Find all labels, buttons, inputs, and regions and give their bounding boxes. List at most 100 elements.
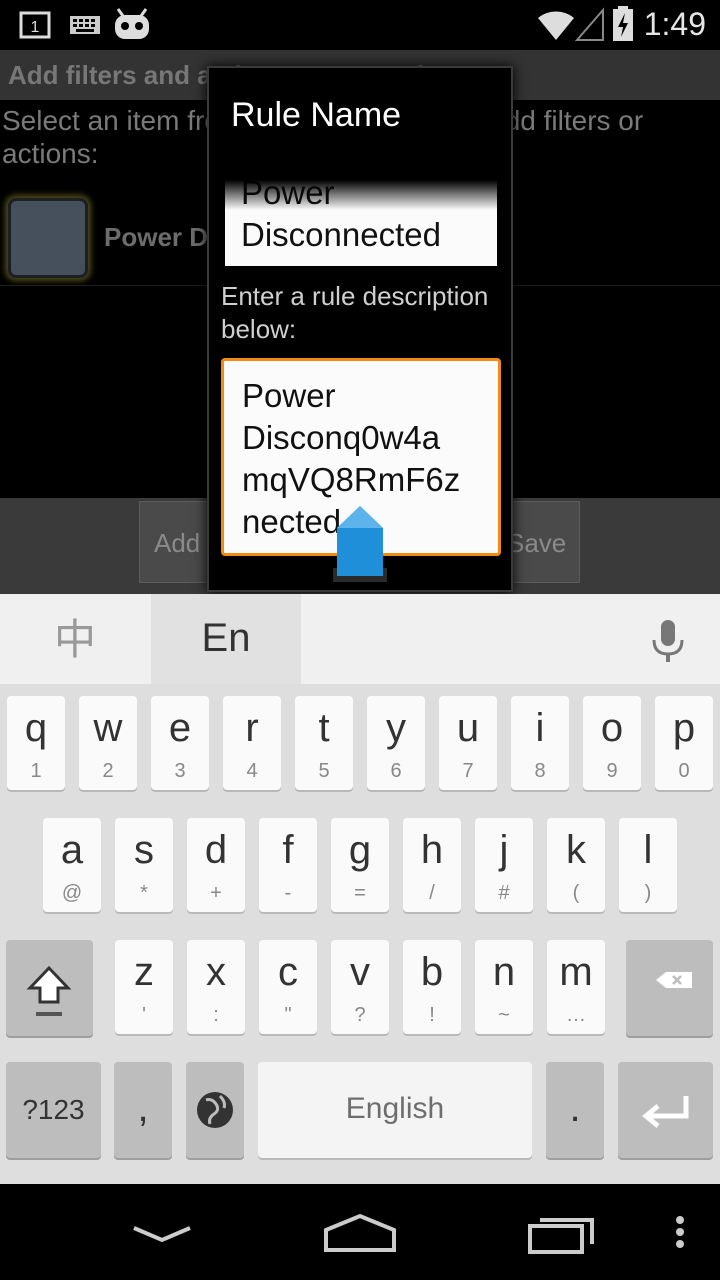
navigation-bar — [0, 1184, 720, 1280]
symbols-key[interactable]: ?123 — [6, 1062, 101, 1158]
key-g[interactable]: g = — [331, 818, 389, 912]
key-b[interactable]: b! — [403, 940, 461, 1034]
key-label: j — [499, 828, 509, 872]
key-secondary-label: ( — [572, 882, 580, 904]
key-a[interactable]: a @ — [43, 818, 101, 912]
key-p[interactable]: p0 — [655, 696, 713, 790]
key-y[interactable]: y6 — [367, 696, 425, 790]
key-secondary-label: + — [210, 882, 222, 904]
key-secondary-label: * — [140, 882, 148, 904]
key-label: b — [420, 950, 444, 994]
key-label: p — [672, 706, 696, 750]
key-x[interactable]: x: — [187, 940, 245, 1034]
key-secondary-label: / — [429, 882, 435, 904]
key-m[interactable]: m… — [547, 940, 605, 1034]
key-label: u — [456, 706, 480, 750]
comma-key[interactable]: , — [114, 1062, 172, 1158]
period-key[interactable]: . — [546, 1062, 604, 1158]
comma-key-label: , — [137, 1086, 149, 1130]
key-label: f — [282, 828, 294, 872]
wifi-icon — [536, 0, 576, 50]
key-label: g — [348, 828, 372, 872]
cyanogen-mascot-icon — [112, 0, 152, 50]
backspace-key[interactable] — [626, 940, 713, 1036]
key-l[interactable]: l) — [619, 818, 677, 912]
notification-1-icon: 1 — [18, 0, 54, 50]
key-secondary-label: = — [354, 882, 366, 904]
key-label: i — [535, 706, 545, 750]
key-secondary-label: # — [498, 882, 510, 904]
key-r[interactable]: r4 — [223, 696, 281, 790]
enter-icon — [642, 1096, 689, 1128]
key-secondary-label: : — [213, 1004, 219, 1026]
key-secondary-label: 4 — [246, 760, 258, 782]
key-secondary-label: - — [284, 882, 292, 904]
key-secondary-label: ! — [429, 1004, 435, 1026]
key-label: t — [318, 706, 330, 750]
key-secondary-label: @ — [61, 882, 83, 904]
keyboard-icon — [68, 0, 102, 50]
key-h[interactable]: h / — [403, 818, 461, 912]
key-j[interactable]: j # — [475, 818, 533, 912]
key-label: s — [134, 828, 154, 872]
english-language-button[interactable]: En — [151, 594, 301, 684]
recent-apps-icon[interactable] — [512, 1202, 612, 1262]
key-label: o — [600, 706, 624, 750]
keyboard-toolbar: 中 En — [0, 594, 720, 684]
status-bar: 1 1:49 — [0, 0, 720, 50]
symbols-key-label: ?123 — [22, 1094, 85, 1125]
key-label: m — [559, 950, 593, 994]
key-i[interactable]: i8 — [511, 696, 569, 790]
key-k[interactable]: k( — [547, 818, 605, 912]
back-icon[interactable] — [112, 1202, 212, 1262]
key-s[interactable]: s * — [115, 818, 173, 912]
key-secondary-label: ? — [354, 1004, 366, 1026]
key-secondary-label: 0 — [678, 760, 690, 782]
dialog-title: Rule Name — [231, 96, 402, 134]
key-n[interactable]: n ~ — [475, 940, 533, 1034]
shift-key[interactable] — [6, 940, 93, 1036]
key-label: z — [134, 950, 154, 994]
key-label: d — [204, 828, 228, 872]
signal-icon — [574, 0, 605, 50]
key-c[interactable]: c " — [259, 940, 317, 1034]
key-label: e — [168, 706, 192, 750]
enter-key[interactable] — [618, 1062, 713, 1158]
key-secondary-label: ) — [644, 882, 652, 904]
key-o[interactable]: o9 — [583, 696, 641, 790]
key-e[interactable]: e3 — [151, 696, 209, 790]
key-label: n — [492, 950, 516, 994]
key-t[interactable]: t5 — [295, 696, 353, 790]
shift-icon — [26, 965, 72, 1016]
clock: 1:49 — [643, 6, 706, 42]
microphone-icon[interactable] — [640, 614, 696, 670]
key-label: q — [24, 706, 48, 750]
key-v[interactable]: v? — [331, 940, 389, 1034]
key-secondary-label: 5 — [318, 760, 330, 782]
space-key[interactable]: English — [258, 1062, 532, 1158]
key-q[interactable]: q1 — [7, 696, 65, 790]
key-d[interactable]: d + — [187, 818, 245, 912]
key-f[interactable]: f- — [259, 818, 317, 912]
key-secondary-label: … — [566, 1004, 586, 1026]
key-secondary-label: 7 — [462, 760, 474, 782]
home-icon[interactable] — [310, 1202, 410, 1262]
key-u[interactable]: u7 — [439, 696, 497, 790]
backspace-icon — [656, 972, 692, 988]
key-secondary-label: ' — [142, 1004, 146, 1026]
key-label: r — [245, 706, 259, 750]
chinese-language-button[interactable]: 中 — [0, 594, 150, 684]
key-label: c — [278, 950, 298, 994]
key-secondary-label: 3 — [174, 760, 186, 782]
key-w[interactable]: w2 — [79, 696, 137, 790]
key-secondary-label: 2 — [102, 760, 114, 782]
soft-keyboard: 中 En q1w2e3r4t5y6u7i8o9p0 a @ s * d + f - g = h / j #… — [0, 594, 720, 1184]
language-switch-key[interactable] — [186, 1062, 244, 1158]
cursor-handle-icon[interactable] — [327, 504, 391, 584]
overflow-menu-icon[interactable] — [630, 1202, 720, 1262]
key-label: y — [386, 706, 406, 750]
key-secondary-label: 8 — [534, 760, 546, 782]
key-label: v — [350, 950, 370, 994]
key-z[interactable]: z ' — [115, 940, 173, 1034]
rule-name-input[interactable]: Power Disconnected — [225, 180, 497, 266]
